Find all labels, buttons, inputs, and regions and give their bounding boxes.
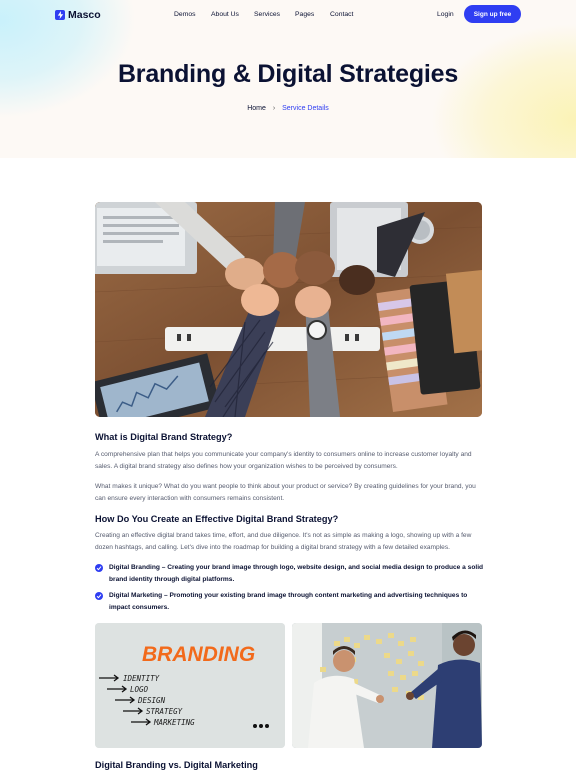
paragraph-unique: What makes it unique? What do you want p… [95,483,476,502]
list-item-text: Digital Branding – Creating your brand i… [109,564,484,583]
section-heading-branding-vs-marketing: Digital Branding vs. Digital Marketing [95,760,258,770]
logo-text: Masco [68,9,101,21]
check-circle-icon [95,592,103,600]
branding-heading: BRANDING [142,643,255,666]
menu-item-demos[interactable]: Demos [174,11,196,18]
section-heading-what-is: What is Digital Brand Strategy? [95,432,233,442]
paragraph-intro: A comprehensive plan that helps you comm… [95,451,472,470]
breadcrumb-separator: › [272,105,276,112]
logo[interactable]: Masco [55,9,101,21]
check-circle-icon [95,564,103,572]
signup-button[interactable]: Sign up free [464,5,521,23]
top-navigation: Masco Demos About Us Services Pages Cont… [0,0,576,30]
branding-board-image: BRANDING IDENTITY LOGO DESIGN STRATEGY M… [95,623,285,748]
menu-item-services[interactable]: Services [254,11,280,18]
list-item: Digital Branding – Creating your brand i… [95,562,485,585]
paragraph-roadmap: Creating an effective digital brand take… [95,532,472,551]
page-title: Branding & Digital Strategies [117,60,459,88]
breadcrumb-home[interactable]: Home [247,105,266,112]
list-item: Digital Marketing – Promoting your exist… [95,590,485,613]
team-fist-bump-image [95,202,482,417]
login-link[interactable]: Login [437,11,454,18]
menu-item-contact[interactable]: Contact [330,11,353,18]
branding-item: DESIGN [137,696,166,705]
team-whiteboard-image [292,623,482,748]
branding-item: IDENTITY [123,674,160,683]
list-item-text: Digital Marketing – Promoting your exist… [109,592,468,611]
branding-item: LOGO [130,685,149,694]
breadcrumb-current: Service Details [282,105,329,112]
branding-item: STRATEGY [146,707,183,716]
menu-item-pages[interactable]: Pages [295,11,314,18]
breadcrumb: Home › Service Details [0,105,576,112]
menu-item-about-us[interactable]: About Us [211,11,239,18]
lightning-logo-icon [55,10,65,20]
section-heading-how-to: How Do You Create an Effective Digital B… [95,514,339,524]
branding-item: MARKETING [153,718,195,727]
